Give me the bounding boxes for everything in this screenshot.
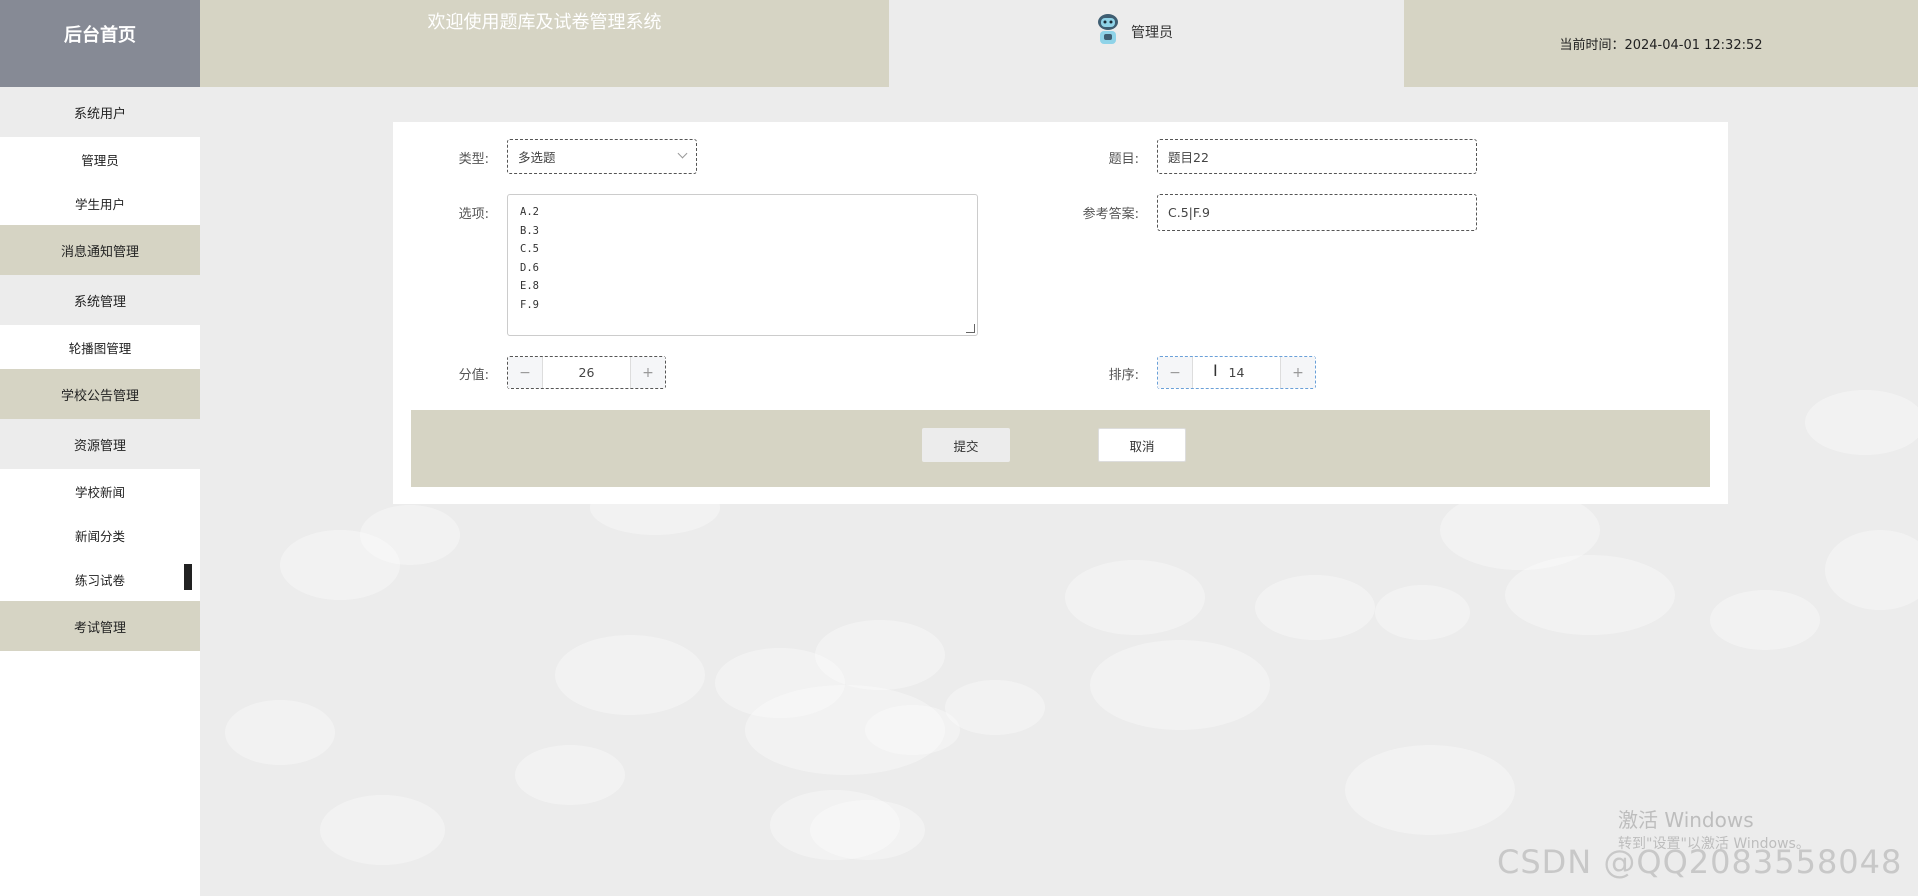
cancel-button[interactable]: 取消 <box>1098 428 1186 462</box>
user-area <box>889 0 1404 87</box>
option-line: B.3 <box>520 224 539 237</box>
activate-windows-title: 激活 Windows <box>1618 808 1754 832</box>
sidebar-item-notifications[interactable]: 消息通知管理 <box>0 225 200 275</box>
user-name[interactable]: 管理员 <box>1131 22 1173 42</box>
home-link[interactable]: 后台首页 <box>0 0 200 87</box>
options-label: 选项: <box>458 207 489 222</box>
title-input[interactable]: 题目22 <box>1157 139 1477 174</box>
score-value[interactable]: 26 <box>543 357 630 388</box>
sidebar-item-carousel[interactable]: 轮播图管理 <box>0 325 200 369</box>
score-increase-button[interactable]: + <box>630 357 665 388</box>
order-value[interactable]: 14 <box>1193 357 1280 388</box>
sidebar-item-system-users[interactable]: 系统用户 <box>0 87 200 137</box>
order-decrease-button[interactable]: − <box>1158 357 1193 388</box>
csdn-watermark: CSDN @QQ2083558048 <box>1497 843 1903 881</box>
sidebar-item-exam-management[interactable]: 考试管理 <box>0 601 200 651</box>
chevron-down-icon <box>677 148 688 159</box>
order-stepper[interactable]: − 14 + <box>1157 356 1316 389</box>
title-input-value: 题目22 <box>1168 150 1209 165</box>
score-decrease-button[interactable]: − <box>508 357 543 388</box>
sidebar: 系统用户 管理员 学生用户 消息通知管理 系统管理 轮播图管理 学校公告管理 资… <box>0 87 200 896</box>
sidebar-item-admin[interactable]: 管理员 <box>0 137 200 181</box>
answer-input-value: C.5|F.9 <box>1168 205 1210 220</box>
question-form: 类型: 多选题 题目: 题目22 选项: A.2 B.3 C.5 D.6 E.8… <box>393 122 1728 504</box>
sidebar-item-system-management[interactable]: 系统管理 <box>0 275 200 325</box>
sidebar-item-resources[interactable]: 资源管理 <box>0 419 200 469</box>
sidebar-item-announcements[interactable]: 学校公告管理 <box>0 369 200 419</box>
option-line: F.9 <box>520 298 539 311</box>
option-line: E.8 <box>520 280 539 292</box>
score-stepper[interactable]: − 26 + <box>507 356 666 389</box>
sidebar-item-news-category[interactable]: 新闻分类 <box>0 513 200 557</box>
active-item-indicator <box>184 564 192 590</box>
text-cursor-icon: I <box>1213 361 1218 380</box>
answer-input[interactable]: C.5|F.9 <box>1157 194 1477 231</box>
sidebar-item-school-news[interactable]: 学校新闻 <box>0 469 200 513</box>
sidebar-item-practice-paper[interactable]: 练习试卷 <box>0 557 200 601</box>
type-select[interactable]: 多选题 <box>507 139 697 174</box>
answer-label: 参考答案: <box>1082 207 1139 222</box>
current-time: 当前时间：2024-04-01 12:32:52 <box>1404 0 1918 87</box>
robot-avatar-icon[interactable] <box>1094 12 1122 46</box>
resize-handle-icon[interactable] <box>966 324 975 333</box>
type-select-value: 多选题 <box>518 150 556 165</box>
title-label: 题目: <box>1108 152 1139 167</box>
order-increase-button[interactable]: + <box>1280 357 1315 388</box>
score-label: 分值: <box>458 368 489 383</box>
form-actions: 提交 取消 <box>411 410 1710 487</box>
option-line: D.6 <box>520 261 539 274</box>
options-textarea[interactable]: A.2 B.3 C.5 D.6 E.8 F.9 <box>507 194 978 336</box>
option-line: C.5 <box>520 243 539 255</box>
submit-button[interactable]: 提交 <box>922 428 1010 462</box>
option-line: A.2 <box>520 206 539 218</box>
sidebar-item-students[interactable]: 学生用户 <box>0 181 200 225</box>
order-label: 排序: <box>1108 368 1139 383</box>
type-label: 类型: <box>458 152 489 167</box>
system-title: 欢迎使用题库及试卷管理系统 <box>200 0 889 87</box>
